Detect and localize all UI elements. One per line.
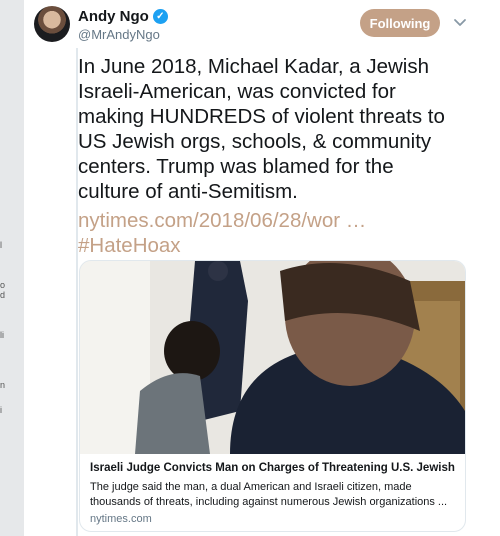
card-description: The judge said the man, a dual American … bbox=[90, 480, 458, 510]
background-fragment: i bbox=[0, 405, 2, 415]
hashtag-link[interactable]: #HateHoax bbox=[78, 233, 478, 258]
card-description-line: The judge said the man, a dual American … bbox=[90, 481, 412, 493]
card-description-line: thousands of threats, including against … bbox=[90, 496, 448, 508]
avatar[interactable] bbox=[34, 6, 70, 42]
tweet-text-line: Israeli-American, was convicted for bbox=[78, 80, 396, 103]
background-fragment: n bbox=[0, 380, 6, 390]
article-link[interactable]: nytimes.com/2018/06/28/wor … bbox=[78, 208, 478, 233]
author-name[interactable]: Andy Ngo bbox=[78, 8, 149, 25]
chevron-down-icon[interactable] bbox=[452, 14, 468, 30]
tweet-text-line: In June 2018, Michael Kadar, a Jewish bbox=[78, 55, 429, 78]
tweet-modal: Andy Ngo ✓ @MrAndyNgo Following In June … bbox=[24, 0, 500, 536]
following-button[interactable]: Following bbox=[360, 9, 440, 37]
link-preview-card[interactable]: Israeli Judge Convicts Man on Charges of… bbox=[79, 260, 466, 532]
tweet-text-line: making HUNDREDS of violent threats to bbox=[78, 105, 445, 128]
background-page-strip: l o d li n i bbox=[0, 0, 24, 536]
tweet-text-line: centers. Trump was blamed for the bbox=[78, 155, 394, 178]
author-handle[interactable]: @MrAndyNgo bbox=[78, 27, 160, 42]
tweet-text-line: culture of anti-Semitism. bbox=[78, 180, 298, 203]
background-fragment: o bbox=[0, 280, 6, 290]
background-fragment: d bbox=[0, 290, 6, 300]
card-domain: nytimes.com bbox=[90, 513, 152, 525]
background-fragment: li bbox=[0, 330, 4, 340]
background-fragment: l bbox=[0, 240, 2, 250]
card-title[interactable]: Israeli Judge Convicts Man on Charges of… bbox=[90, 462, 458, 474]
card-image bbox=[80, 261, 465, 454]
tweet-text-line: US Jewish orgs, schools, & community bbox=[78, 130, 432, 153]
author-name-row[interactable]: Andy Ngo ✓ bbox=[78, 8, 168, 25]
verified-badge-icon: ✓ bbox=[152, 9, 168, 24]
tweet-text: In June 2018, Michael Kadar, a Jewish Is… bbox=[78, 54, 478, 258]
